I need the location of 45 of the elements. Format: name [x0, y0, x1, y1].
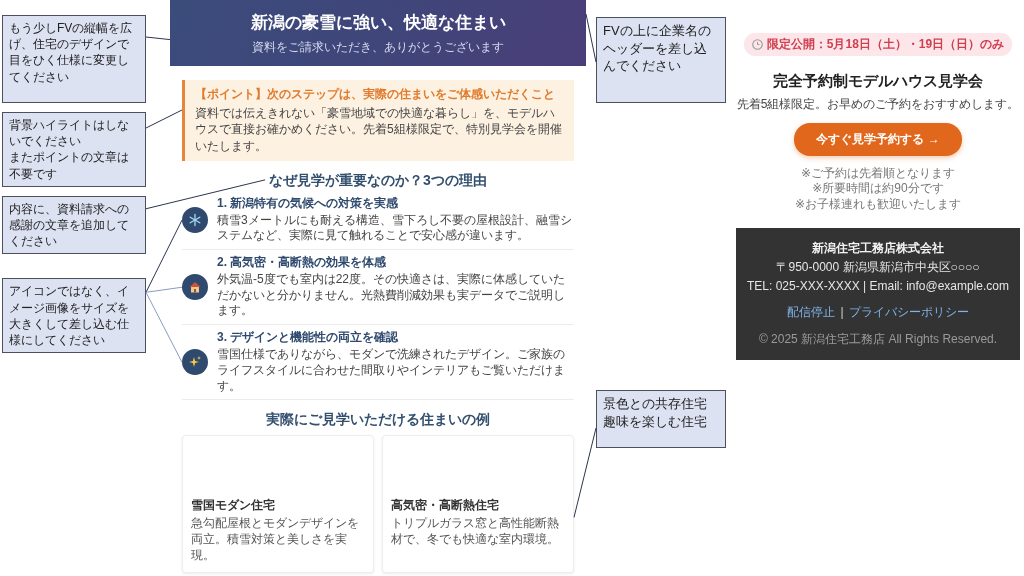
reason-title: 3. デザインと機能性の両立を確認	[217, 330, 400, 346]
annotation-text: またポイントの文章は不要です	[9, 149, 130, 182]
leader-line	[145, 109, 183, 129]
section-title: 実際にご見学いただける住まいの例	[266, 410, 490, 429]
event-subtitle: 先着5組様限定。お早めのご予約をおすすめします。	[736, 97, 1020, 113]
snowflake-icon	[182, 207, 208, 234]
company-address: 〒950-0000 新潟県新潟市中央区○○○○	[776, 259, 980, 276]
house-icon	[182, 274, 208, 301]
point-text: 資料では伝えきれない「豪雪地域での快適な暮らし」を、モデルハウスで直接お確かめください。先着5組様限定で、特別見学会を開催いたします。	[195, 105, 563, 154]
annotation-text: FVの上に企業名のヘッダーを差し込んでください	[603, 22, 712, 75]
annotation-text: アイコンではなく、イメージ画像をサイズを大きくして差し込む仕様にしてください	[9, 283, 130, 349]
hero-subtitle: 資料をご請求いただき、ありがとうございます	[252, 38, 504, 56]
event-title: 完全予約制モデルハウス見学会	[773, 72, 983, 91]
leader-line	[585, 13, 597, 63]
copyright-text: © 2025 新潟住宅工務店 All Rights Reserved.	[758, 330, 998, 348]
clock-icon	[751, 39, 763, 50]
card-title: 高気密・高断熱住宅	[391, 497, 500, 514]
event-dates: 限定公開：5月18日（土）・19日（日）のみ	[766, 36, 1005, 53]
sparkle-icon	[182, 349, 208, 376]
annotation-text: 趣味を楽しむ住宅	[603, 412, 708, 431]
footer-link[interactable]: プライバシーポリシー	[848, 303, 969, 321]
card-text: トリプルガラス窓と高性能断熱材で、冬でも快適な室内環境。	[391, 516, 560, 548]
annotation-text: 景色との共存住宅	[603, 395, 708, 413]
section-title: なぜ見学が重要なのか？3つの理由	[269, 170, 487, 189]
reason-title: 2. 高気密・高断熱の効果を体感	[217, 255, 388, 271]
reason-text: 積雪3メートルにも耐える構造、雪下ろし不要の屋根設計、融雪システムなど、実際に見て触れることで安心感が違います。	[217, 212, 573, 245]
link-separator: |	[840, 305, 844, 320]
card-title: 雪国モダン住宅	[191, 497, 276, 514]
reason-text: 外気温-5度でも室内は22度。その快適さは、実際に体感していただかないと分かりません。光熱費削減効果も実データでご説明します。	[217, 271, 567, 320]
reason-text: 雪国仕様でありながら、モダンで洗練されたデザイン。ご家族のライフスタイルに合わせた間取りやインテリアもご覧いただけます。	[217, 346, 566, 395]
annotation-text: もう少しFVの縦幅を広げ、住宅のデザインで目をひく仕様に変更してください	[9, 20, 134, 85]
annotation-text: 内容に、資料請求への感謝の文章を追加してください	[9, 200, 130, 250]
reservation-note: ※お子様連れも歓迎いたします	[794, 196, 962, 213]
reservation-note: ※ご予約は先着順となります	[800, 165, 956, 182]
annotation-text: 背景ハイライトはしないでください	[9, 117, 130, 150]
card-text: 急勾配屋根とモダンデザインを両立。積雪対策と美しさを実現。	[191, 516, 360, 564]
reason-title: 1. 新潟特有の気候への対策を実感	[217, 195, 400, 212]
company-name: 新潟住宅工務店株式会社	[812, 240, 944, 258]
leader-line	[145, 36, 171, 41]
point-title: 【ポイント】次のステップは、実際の住まいをご体感いただくこと	[195, 86, 556, 103]
footer-link[interactable]: 配信停止	[787, 303, 836, 321]
reserve-button[interactable]: 今すぐ見学予約する →	[794, 122, 962, 156]
contact-info: TEL: 025-XXX-XXXX | Email: info@example.com	[746, 277, 1010, 294]
hero-title: 新潟の豪雪に強い、快適な住まい	[250, 11, 506, 34]
reservation-note: ※所要時間は約90分です	[812, 181, 944, 197]
